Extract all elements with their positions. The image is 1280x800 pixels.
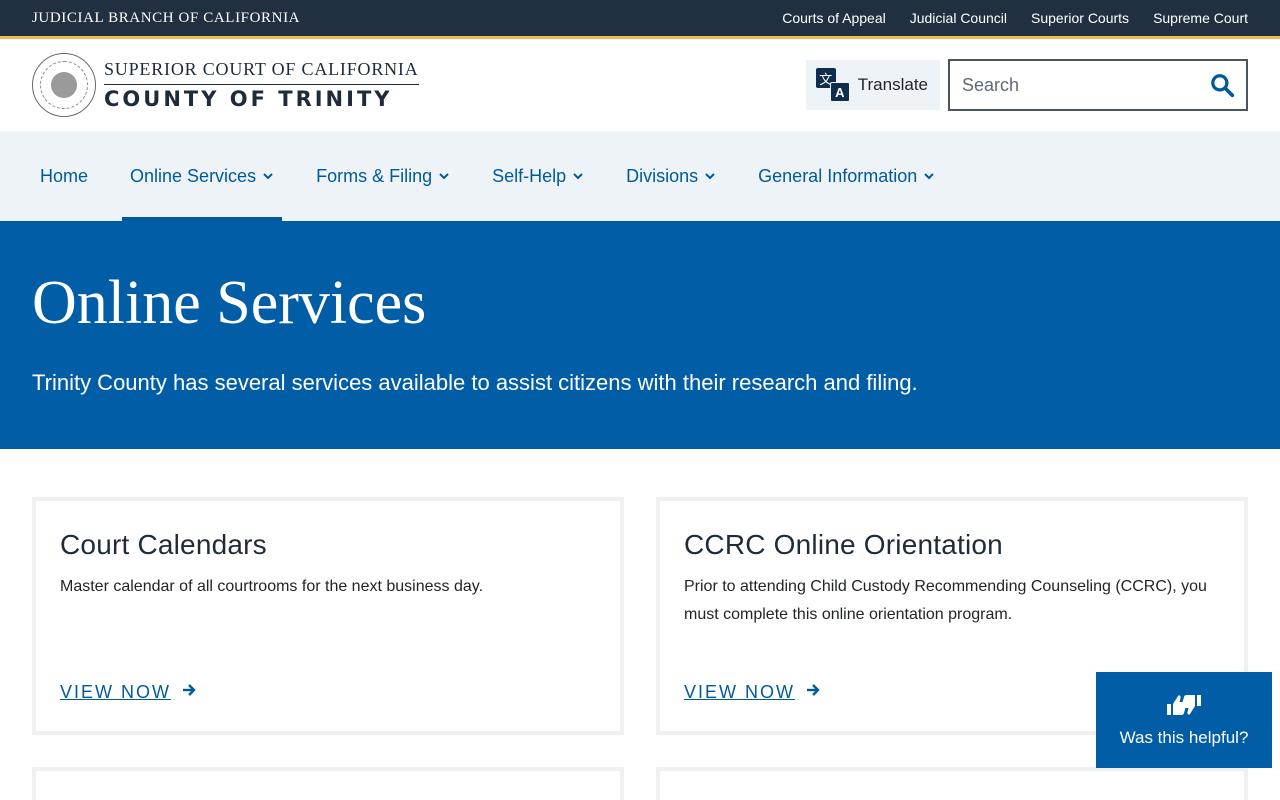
nav-item-label: Online Services <box>130 165 257 186</box>
link-supreme-court[interactable]: Supreme Court <box>1153 10 1248 26</box>
arrow-right-icon <box>181 682 197 703</box>
card-description: Prior to attending Child Custody Recomme… <box>684 578 1207 623</box>
chevron-down-icon <box>262 170 274 182</box>
nav-item-label: Home <box>40 165 89 186</box>
view-now-link[interactable]: VIEW NOW <box>60 682 197 703</box>
nav-item-label: Divisions <box>626 165 699 186</box>
link-judicial-council[interactable]: Judicial Council <box>910 10 1007 26</box>
view-now-link[interactable]: VIEW NOW <box>684 682 821 703</box>
translate-icon: 文 A <box>815 68 850 102</box>
link-superior-courts[interactable]: Superior Courts <box>1031 10 1129 26</box>
utility-links: Courts of Appeal Judicial Council Superi… <box>782 10 1248 26</box>
site-header: SUPERIOR COURT OF CALIFORNIA COUNTY OF T… <box>0 39 1280 131</box>
brand-title-bottom: COUNTY OF TRINITY <box>104 87 393 111</box>
page-title: Online Services <box>32 269 427 337</box>
arrow-right-icon <box>805 682 821 703</box>
card-description: Master calendar of all courtrooms for th… <box>60 578 484 595</box>
feedback-label: Was this helpful? <box>1119 727 1249 747</box>
court-seal-icon <box>32 53 96 117</box>
view-now-label: VIEW NOW <box>60 682 171 702</box>
chevron-down-icon <box>923 170 935 182</box>
link-courts-of-appeal[interactable]: Courts of Appeal <box>782 10 886 26</box>
page-subtitle: Trinity County has several services avai… <box>32 370 918 396</box>
nav-item-general-information[interactable]: General Information <box>750 131 943 221</box>
view-now-label: VIEW NOW <box>684 682 795 702</box>
main-nav: Home Online Services Forms & Filing Self… <box>0 131 1280 221</box>
services-grid: Court Calendars Master calendar of all c… <box>0 449 1280 800</box>
nav-item-forms-filing[interactable]: Forms & Filing <box>308 131 458 221</box>
chevron-down-icon <box>704 170 716 182</box>
service-card-court-calendars: Court Calendars Master calendar of all c… <box>32 497 624 735</box>
nav-item-self-help[interactable]: Self-Help <box>484 131 592 221</box>
card-title: CCRC Online Orientation <box>684 529 1003 560</box>
hero-banner: Online Services Trinity County has sever… <box>0 221 1280 449</box>
search-input[interactable] <box>962 74 1208 96</box>
site-logo[interactable]: SUPERIOR COURT OF CALIFORNIA COUNTY OF T… <box>32 53 419 117</box>
nav-item-home[interactable]: Home <box>32 131 96 221</box>
nav-item-label: Forms & Filing <box>316 165 433 186</box>
search-box <box>948 59 1248 111</box>
thumbs-up-down-icon <box>1165 693 1203 722</box>
nav-item-label: Self-Help <box>492 165 567 186</box>
service-card-partial <box>656 767 1248 800</box>
brand-title-top: SUPERIOR COURT OF CALIFORNIA <box>104 59 419 85</box>
chevron-down-icon <box>438 170 450 182</box>
translate-label: Translate <box>857 75 928 94</box>
translate-button[interactable]: 文 A Translate <box>805 60 940 110</box>
chevron-down-icon <box>572 170 584 182</box>
card-title: Court Calendars <box>60 529 267 560</box>
search-icon[interactable] <box>1208 71 1236 99</box>
judicial-branch-label: JUDICIAL BRANCH OF CALIFORNIA <box>32 9 301 26</box>
nav-item-label: General Information <box>758 165 918 186</box>
utility-bar: JUDICIAL BRANCH OF CALIFORNIA Courts of … <box>0 0 1280 36</box>
nav-item-divisions[interactable]: Divisions <box>618 131 724 221</box>
feedback-button[interactable]: Was this helpful? <box>1096 672 1272 768</box>
nav-item-online-services[interactable]: Online Services <box>122 131 283 221</box>
service-card-partial <box>32 767 624 800</box>
